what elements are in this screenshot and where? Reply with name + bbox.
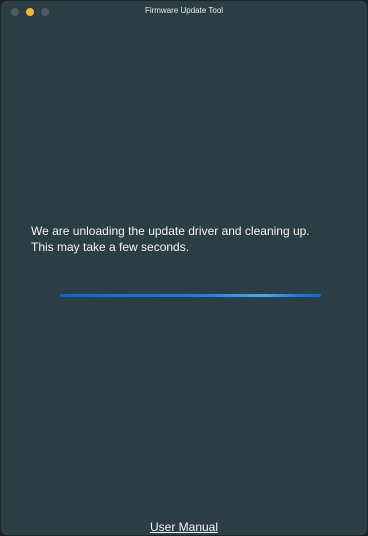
window-title: Firmware Update Tool <box>144 6 224 15</box>
progress-bar <box>60 294 321 297</box>
status-message: We are unloading the update driver and c… <box>31 223 351 255</box>
progress-bar-fill <box>60 294 321 297</box>
status-message-line-1: We are unloading the update driver and c… <box>31 224 310 238</box>
title-bar[interactable]: Firmware Update Tool <box>1 1 367 23</box>
status-message-line-2: This may take a few seconds. <box>31 240 190 254</box>
user-manual-link[interactable]: User Manual <box>1 520 367 534</box>
app-window: Firmware Update Tool We are unloading th… <box>0 0 368 536</box>
